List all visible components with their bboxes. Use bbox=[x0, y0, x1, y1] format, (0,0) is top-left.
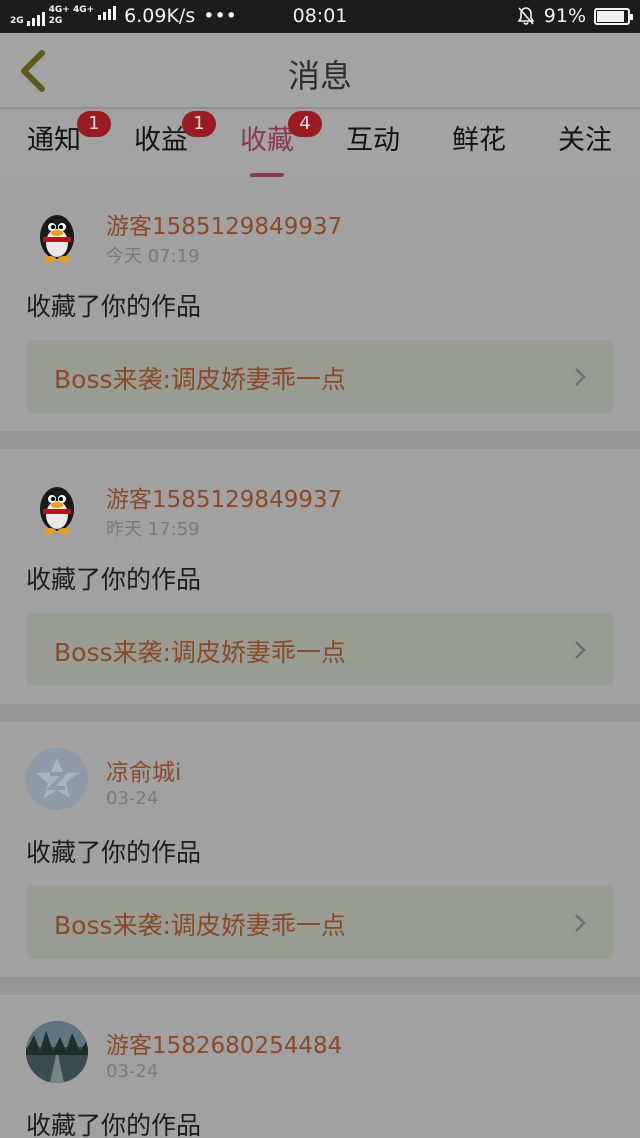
username[interactable]: 游客1585129849937 bbox=[106, 480, 342, 514]
tab-bar: 通知 1 收益 1 收藏 4 互动 鲜花 关注 bbox=[0, 111, 640, 179]
work-title: Boss来袭:调皮娇妻乖一点 bbox=[54, 911, 346, 940]
action-text: 收藏了你的作品 bbox=[26, 565, 202, 594]
work-title: Boss来袭:调皮娇妻乖一点 bbox=[54, 638, 346, 667]
chevron-right-icon bbox=[575, 914, 586, 932]
action-text: 收藏了你的作品 bbox=[26, 1111, 202, 1138]
timestamp: 今天 07:19 bbox=[106, 246, 200, 267]
list-item: 游客1585129849937 昨天 17:59 收藏了你的作品 Boss来袭:… bbox=[0, 449, 640, 704]
username[interactable]: 游客1585129849937 bbox=[106, 207, 342, 241]
chevron-right-icon bbox=[575, 641, 586, 659]
status-bar: 2G 4G+ 4G+ 2G 6.09K/s ••• 08:01 91% bbox=[0, 0, 640, 33]
divider bbox=[0, 704, 640, 722]
timestamp: 03-24 bbox=[106, 788, 159, 809]
divider bbox=[0, 431, 640, 449]
timestamp: 03-24 bbox=[106, 1061, 159, 1082]
username[interactable]: 凉俞城i bbox=[106, 753, 181, 787]
penguin-avatar[interactable] bbox=[26, 203, 88, 265]
unread-badge: 1 bbox=[182, 111, 216, 137]
work-link[interactable]: Boss来袭:调皮娇妻乖一点 bbox=[27, 886, 613, 959]
landscape-photo-avatar[interactable] bbox=[26, 1021, 88, 1083]
battery-percent: 91% bbox=[543, 5, 586, 27]
timestamp: 昨天 17:59 bbox=[106, 519, 200, 540]
list-item: 游客1585129849937 今天 07:19 收藏了你的作品 Boss来袭:… bbox=[0, 179, 640, 431]
battery-fill bbox=[597, 10, 625, 22]
active-tab-indicator bbox=[250, 173, 284, 177]
divider bbox=[0, 977, 640, 995]
tab-interactions[interactable]: 互动 bbox=[328, 121, 418, 179]
tab-favorites[interactable]: 收藏 4 bbox=[222, 111, 322, 179]
star-icon bbox=[36, 758, 78, 798]
action-text: 收藏了你的作品 bbox=[26, 838, 202, 867]
status-right: 91% bbox=[516, 5, 633, 27]
battery-icon bbox=[594, 7, 633, 25]
tab-label: 鲜花 bbox=[452, 125, 506, 156]
tab-label: 关注 bbox=[558, 125, 612, 156]
tab-label: 互动 bbox=[346, 125, 400, 156]
tab-following[interactable]: 关注 bbox=[540, 121, 630, 179]
work-link[interactable]: Boss来袭:调皮娇妻乖一点 bbox=[27, 340, 613, 413]
landscape-icon bbox=[26, 1021, 88, 1083]
unread-badge: 4 bbox=[288, 111, 322, 137]
tab-earnings[interactable]: 收益 1 bbox=[116, 111, 216, 179]
tab-notifications[interactable]: 通知 1 bbox=[9, 111, 111, 179]
work-title: Boss来袭:调皮娇妻乖一点 bbox=[54, 365, 346, 394]
action-text: 收藏了你的作品 bbox=[26, 292, 202, 321]
penguin-icon bbox=[40, 215, 74, 262]
bell-muted-icon bbox=[517, 7, 535, 25]
username[interactable]: 游客1582680254484 bbox=[106, 1026, 342, 1060]
list-item: 凉俞城i 03-24 收藏了你的作品 Boss来袭:调皮娇妻乖一点 bbox=[0, 722, 640, 977]
penguin-avatar[interactable] bbox=[26, 475, 88, 537]
header: 消息 bbox=[0, 33, 640, 109]
page-title: 消息 bbox=[287, 57, 352, 95]
default-star-avatar[interactable] bbox=[26, 748, 88, 810]
tab-flowers[interactable]: 鲜花 bbox=[434, 121, 524, 179]
work-link[interactable]: Boss来袭:调皮娇妻乖一点 bbox=[27, 613, 613, 686]
unread-badge: 1 bbox=[77, 111, 111, 137]
list-item: 游客1582680254484 03-24 收藏了你的作品 bbox=[0, 995, 640, 1138]
chevron-right-icon bbox=[575, 368, 586, 386]
penguin-icon bbox=[40, 487, 74, 534]
